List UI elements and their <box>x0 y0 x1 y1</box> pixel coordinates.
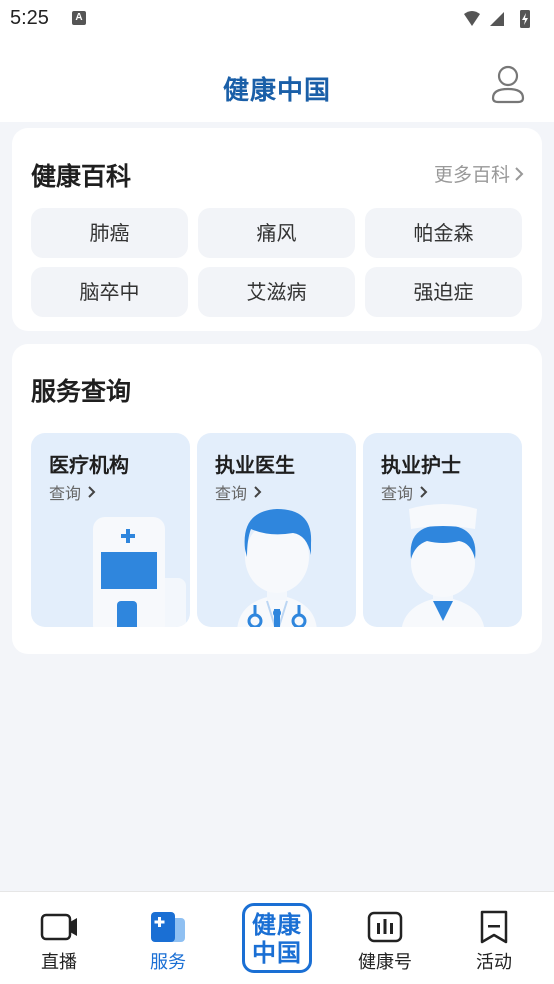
signal-icon <box>490 12 504 26</box>
service-query-label: 查询 <box>215 484 248 503</box>
tab-label: 活动 <box>476 952 512 973</box>
encyclopedia-item-parkinson[interactable]: 帕金森 <box>365 208 522 258</box>
health-china-logo[interactable]: 健康 中国 <box>242 903 312 973</box>
bookmark-icon <box>480 910 508 944</box>
service-licensed-nurse[interactable]: 执业护士 查询 <box>363 433 522 627</box>
tab-activity[interactable]: 活动 <box>439 892 549 984</box>
service-query-link: 查询 <box>215 480 262 504</box>
service-query-link: 查询 <box>381 480 428 504</box>
chevron-right-icon <box>420 486 428 498</box>
service-licensed-doctor[interactable]: 执业医生 查询 <box>197 433 356 627</box>
service-query-link: 查询 <box>49 480 96 504</box>
more-encyclopedia-link[interactable]: 更多百科 <box>434 160 524 187</box>
user-icon[interactable] <box>490 64 526 104</box>
service-query-card: 服务查询 医疗机构 查询 执业医生 查询 执业护士 查询 <box>12 344 542 654</box>
encyclopedia-item-ocd[interactable]: 强迫症 <box>365 267 522 317</box>
chevron-right-icon <box>254 486 262 498</box>
status-bar: 5:25 A <box>0 0 554 40</box>
bar-chart-icon <box>367 911 403 943</box>
encyclopedia-item-aids[interactable]: 艾滋病 <box>198 267 355 317</box>
service-query-label: 查询 <box>49 484 82 503</box>
encyclopedia-item-stroke[interactable]: 脑卒中 <box>31 267 188 317</box>
video-camera-icon <box>40 913 77 941</box>
more-encyclopedia-label: 更多百科 <box>433 164 510 186</box>
tab-label: 健康号 <box>358 952 412 973</box>
service-query-label: 查询 <box>381 484 414 503</box>
chevron-right-icon <box>88 486 96 498</box>
service-title: 执业护士 <box>381 453 461 477</box>
tab-live[interactable]: 直播 <box>4 892 114 984</box>
status-icons <box>464 10 530 28</box>
encyclopedia-item-gout[interactable]: 痛风 <box>198 208 355 258</box>
app-header: 健康中国 <box>0 40 554 122</box>
tab-label: 直播 <box>41 952 77 973</box>
service-query-title: 服务查询 <box>31 377 132 406</box>
tab-label: 服务 <box>150 952 186 973</box>
status-time: 5:25 <box>10 7 49 29</box>
wifi-icon <box>464 11 480 26</box>
service-book-icon <box>151 912 185 942</box>
encyclopedia-item-lung-cancer[interactable]: 肺癌 <box>31 208 188 258</box>
chevron-right-icon <box>515 166 524 181</box>
tab-health-account[interactable]: 健康号 <box>330 892 440 984</box>
logo-line-1: 健康 <box>252 911 302 939</box>
tab-service[interactable]: 服务 <box>113 892 223 984</box>
bottom-tab-bar: 直播 服务 健康 中国 健康号 活动 <box>0 891 554 984</box>
service-title: 医疗机构 <box>49 453 129 477</box>
service-title: 执业医生 <box>215 453 295 477</box>
page-title: 健康中国 <box>222 76 331 106</box>
encyclopedia-card: 健康百科 更多百科 肺癌 痛风 帕金森 脑卒中 艾滋病 强迫症 <box>12 128 542 331</box>
service-medical-institution[interactable]: 医疗机构 查询 <box>31 433 190 627</box>
logo-line-2: 中国 <box>252 939 302 967</box>
encyclopedia-title: 健康百科 <box>31 162 132 191</box>
notification-icon: A <box>72 11 86 25</box>
